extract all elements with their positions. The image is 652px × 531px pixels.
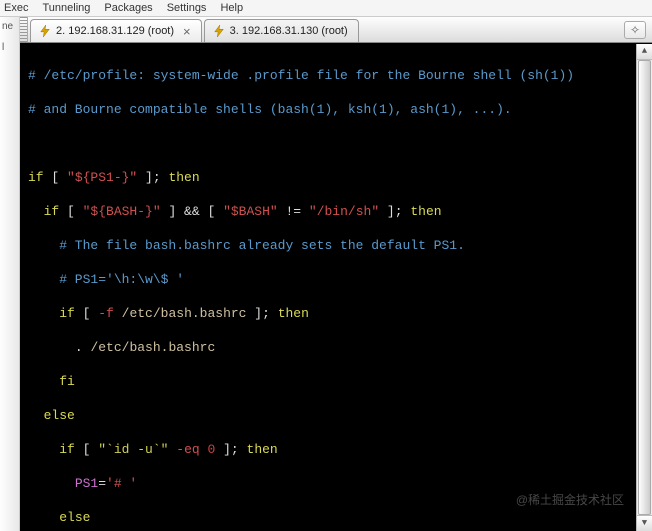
menu-packages[interactable]: Packages [104,2,152,14]
tab-session-1[interactable]: 2. 192.168.31.129 (root) × [30,19,202,42]
scroll-down-arrow-icon[interactable]: ▼ [637,515,652,531]
tab-session-2[interactable]: 3. 192.168.31.130 (root) [204,19,359,42]
tab-label: 3. 192.168.31.130 (root) [230,25,348,37]
sidebar-fragment-1: l [2,42,4,53]
lightning-icon [39,25,51,37]
vertical-scrollbar[interactable]: ▲ ▼ [636,44,652,531]
scrollbar-thumb[interactable] [638,60,651,515]
menu-help[interactable]: Help [220,2,243,14]
app-window: Exec Tunneling Packages Settings Help ne… [0,0,652,531]
watermark: @稀土掘金技术社区 [516,492,624,509]
content-area: ne l 2. 192.168.31.129 (root) × 3. 192 [0,17,652,531]
lightning-icon [213,25,225,37]
tab-label: 2. 192.168.31.129 (root) [56,25,174,37]
left-sidebar: ne l [0,17,20,531]
menu-tunneling[interactable]: Tunneling [42,2,90,14]
plus-icon: ✧ [630,23,640,37]
menu-exec[interactable]: Exec [4,2,28,14]
terminal-view[interactable]: # /etc/profile: system-wide .profile fil… [20,43,652,531]
menubar: Exec Tunneling Packages Settings Help [0,0,652,17]
tabbar-grip[interactable] [20,17,28,42]
main-pane: 2. 192.168.31.129 (root) × 3. 192.168.31… [20,17,652,531]
close-icon[interactable]: × [183,25,191,38]
tab-bar: 2. 192.168.31.129 (root) × 3. 192.168.31… [20,17,652,43]
scrollbar-track[interactable] [637,60,652,515]
scroll-up-arrow-icon[interactable]: ▲ [637,44,652,60]
menu-settings[interactable]: Settings [167,2,207,14]
sidebar-fragment-0: ne [2,21,13,32]
add-tab-button[interactable]: ✧ [624,21,646,39]
